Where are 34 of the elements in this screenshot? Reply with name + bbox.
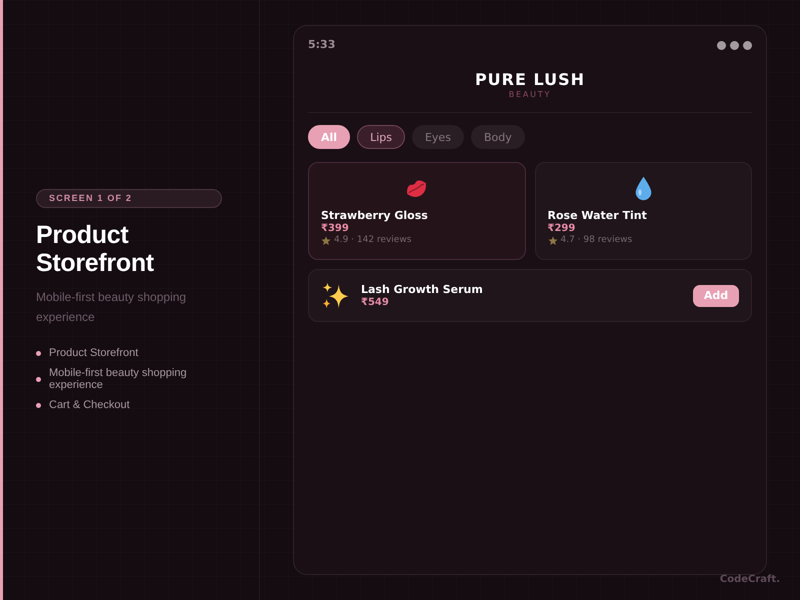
filter-chip[interactable]: Eyes xyxy=(412,125,464,149)
product-name: Rose Water Tint xyxy=(548,209,648,223)
bullet-icon xyxy=(36,350,41,356)
feature-item: Mobile-first beauty shopping experience xyxy=(49,367,188,391)
feature-item: Cart & Checkout xyxy=(49,399,130,411)
product-price: ₹549 xyxy=(361,296,390,308)
product-row[interactable]: Lash Growth Serum ₹549 Add xyxy=(308,269,752,322)
product-name: Strawberry Gloss xyxy=(321,209,429,223)
product-card[interactable]: Rose Water Tint ₹299 4.7 · 98 reviews xyxy=(534,162,752,260)
brand-name: PURE LUSH xyxy=(474,70,586,90)
droplet-icon xyxy=(634,176,653,201)
status-time: 5:33 xyxy=(308,38,336,52)
bullet-icon xyxy=(36,402,41,408)
product-card[interactable]: Strawberry Gloss ₹399 4.9 · 142 reviews xyxy=(308,162,526,260)
sparkles-icon xyxy=(321,281,350,310)
star-icon xyxy=(548,236,558,246)
page-subtitle: Mobile-first beauty shopping experience xyxy=(36,289,188,326)
bullet-icon xyxy=(36,376,41,382)
product-name: Lash Growth Serum xyxy=(361,282,483,296)
brand-mark: CodeCraft. xyxy=(720,574,780,585)
dot-icon xyxy=(717,40,726,50)
star-icon xyxy=(321,236,331,246)
rating-text: 4.7 · 98 reviews xyxy=(560,235,632,246)
dot-icon xyxy=(730,40,739,50)
product-price: ₹299 xyxy=(548,223,576,235)
filter-chip[interactable]: Lips xyxy=(357,125,405,149)
brand-tagline: BEAUTY xyxy=(508,90,552,100)
product-price: ₹399 xyxy=(321,223,350,235)
feature-item: Product Storefront xyxy=(49,347,138,359)
filter-chip[interactable]: Body xyxy=(470,125,525,149)
page-title: Product Storefront xyxy=(36,221,155,277)
rating-text: 4.9 · 142 reviews xyxy=(334,235,412,246)
dot-icon xyxy=(743,40,752,50)
screen-badge: SCREEN 1 OF 2 xyxy=(36,189,222,208)
